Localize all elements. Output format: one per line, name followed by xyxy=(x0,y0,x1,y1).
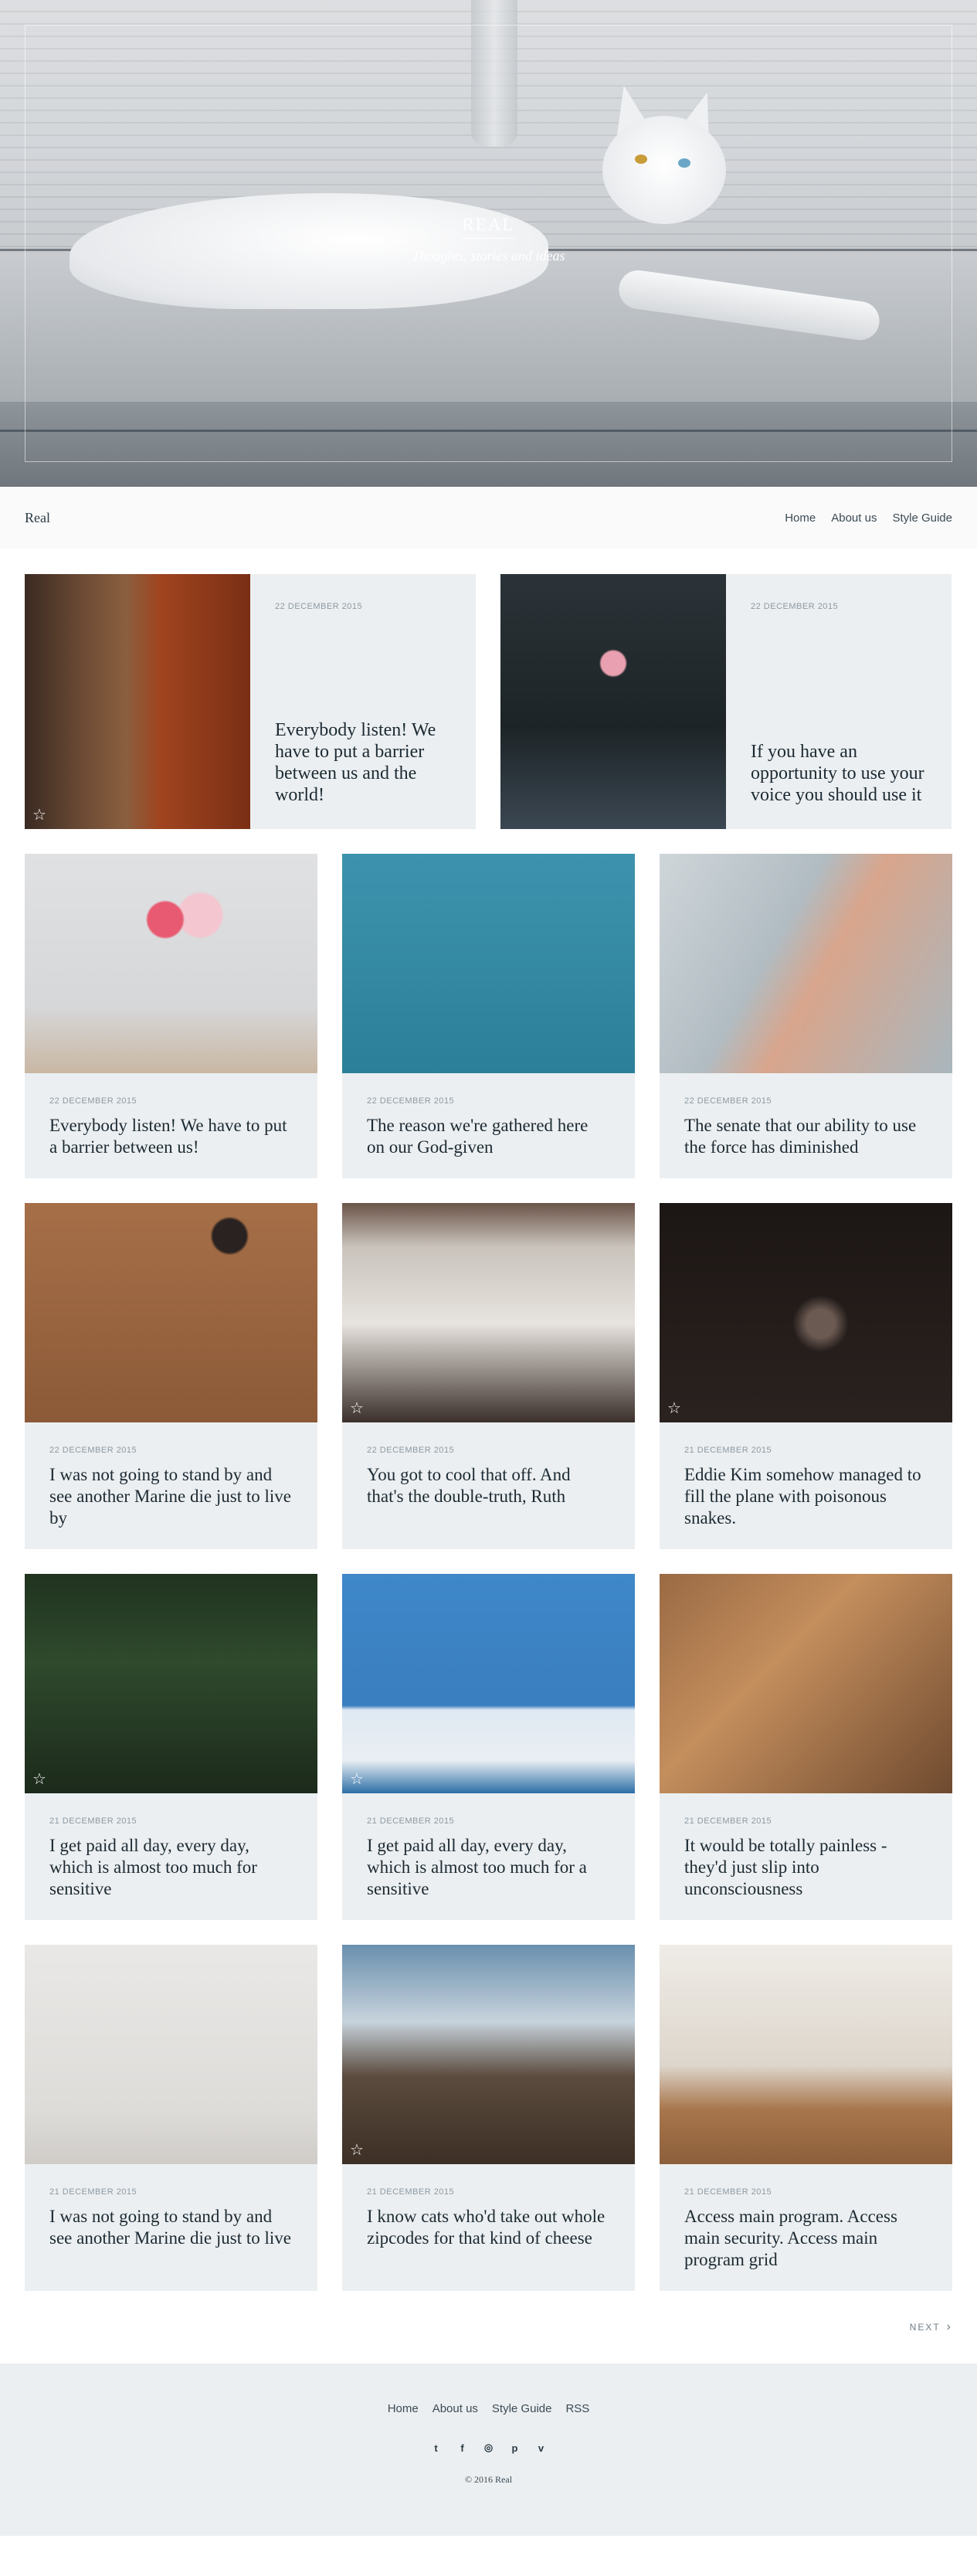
brand-link[interactable]: Real xyxy=(25,510,50,526)
star-icon: ☆ xyxy=(350,1771,364,1788)
post-title[interactable]: Everybody listen! We have to put a barri… xyxy=(275,719,451,806)
post-image[interactable]: ☆ xyxy=(342,1945,635,2164)
post-date: 21 DECEMBER 2015 xyxy=(684,2187,772,2197)
post-image[interactable] xyxy=(25,1203,317,1422)
footer-links: Home About us Style Guide RSS xyxy=(0,2402,977,2415)
post-title[interactable]: You got to cool that off. And that's the… xyxy=(367,1464,610,1507)
social-links: t f ◎ p v xyxy=(0,2442,977,2454)
post-card[interactable]: ☆ 21 DECEMBER 2015 Eddie Kim somehow man… xyxy=(660,1203,952,1549)
post-card[interactable]: 22 DECEMBER 2015 The senate that our abi… xyxy=(660,854,952,1178)
post-image[interactable]: ☆ xyxy=(342,1574,635,1793)
nav-links: Home About us Style Guide xyxy=(785,511,952,525)
post-title[interactable]: I get paid all day, every day, which is … xyxy=(367,1835,610,1900)
twitter-icon[interactable]: t xyxy=(430,2442,443,2454)
post-title[interactable]: Everybody listen! We have to put a barri… xyxy=(49,1115,293,1158)
post-title[interactable]: I get paid all day, every day, which is … xyxy=(49,1835,293,1900)
instagram-icon[interactable]: ◎ xyxy=(483,2442,495,2454)
featured-post-card[interactable]: 22 DECEMBER 2015 If you have an opportun… xyxy=(500,574,952,829)
post-title[interactable]: Eddie Kim somehow managed to fill the pl… xyxy=(684,1464,928,1529)
post-card[interactable]: ☆ 22 DECEMBER 2015 You got to cool that … xyxy=(342,1203,635,1549)
post-title[interactable]: I was not going to stand by and see anot… xyxy=(49,1464,293,1529)
post-card[interactable]: 22 DECEMBER 2015 The reason we're gather… xyxy=(342,854,635,1178)
post-card[interactable]: 22 DECEMBER 2015 Everybody listen! We ha… xyxy=(25,854,317,1178)
post-date: 21 DECEMBER 2015 xyxy=(367,2187,455,2197)
star-icon: ☆ xyxy=(667,1400,681,1417)
site-tagline: Thoughts, stories and ideas xyxy=(412,248,565,263)
post-title[interactable]: Access main program. Access main securit… xyxy=(684,2206,928,2271)
post-date: 22 DECEMBER 2015 xyxy=(751,602,839,611)
post-title[interactable]: It would be totally painless - they'd ju… xyxy=(684,1835,928,1900)
post-date: 21 DECEMBER 2015 xyxy=(684,1446,772,1455)
site-footer: Home About us Style Guide RSS t f ◎ p v … xyxy=(0,2364,977,2536)
pinterest-icon[interactable]: p xyxy=(509,2442,521,2454)
post-date: 22 DECEMBER 2015 xyxy=(49,1446,137,1455)
post-date: 22 DECEMBER 2015 xyxy=(275,602,363,611)
post-card[interactable]: ☆ 21 DECEMBER 2015 I know cats who'd tak… xyxy=(342,1945,635,2291)
post-title[interactable]: If you have an opportunity to use your v… xyxy=(751,741,927,806)
post-title[interactable]: The senate that our ability to use the f… xyxy=(684,1115,928,1158)
post-card[interactable]: 21 DECEMBER 2015 I was not going to stan… xyxy=(25,1945,317,2291)
copyright: © 2016 Real xyxy=(464,2474,513,2485)
post-card[interactable]: 22 DECEMBER 2015 I was not going to stan… xyxy=(25,1203,317,1549)
post-card[interactable]: 21 DECEMBER 2015 Access main program. Ac… xyxy=(660,1945,952,2291)
footer-link-rss[interactable]: RSS xyxy=(565,2402,589,2415)
footer-link-about-us[interactable]: About us xyxy=(433,2402,478,2415)
post-image[interactable] xyxy=(342,854,635,1073)
post-title[interactable]: I know cats who'd take out whole zipcode… xyxy=(367,2206,610,2249)
post-title[interactable]: I was not going to stand by and see anot… xyxy=(49,2206,293,2249)
nav-link-home[interactable]: Home xyxy=(785,511,816,525)
post-image[interactable] xyxy=(660,1574,952,1793)
post-title[interactable]: The reason we're gathered here on our Go… xyxy=(367,1115,610,1158)
post-date: 21 DECEMBER 2015 xyxy=(684,1816,772,1826)
post-image[interactable]: ☆ xyxy=(25,574,250,829)
footer-link-home[interactable]: Home xyxy=(388,2402,419,2415)
star-icon: ☆ xyxy=(350,2142,364,2159)
post-image[interactable]: ☆ xyxy=(660,1203,952,1422)
post-image[interactable]: ☆ xyxy=(342,1203,635,1422)
site-title[interactable]: REAL xyxy=(462,215,515,239)
post-image[interactable] xyxy=(25,1945,317,2164)
post-date: 22 DECEMBER 2015 xyxy=(49,1096,137,1106)
nav-link-style-guide[interactable]: Style Guide xyxy=(892,511,952,525)
post-image[interactable]: ☆ xyxy=(25,1574,317,1793)
star-icon: ☆ xyxy=(32,807,46,824)
next-label: NEXT xyxy=(909,2322,941,2333)
next-page-link[interactable]: NEXT › xyxy=(910,2320,952,2334)
post-date: 22 DECEMBER 2015 xyxy=(367,1446,455,1455)
post-image[interactable] xyxy=(25,854,317,1073)
post-image[interactable] xyxy=(660,1945,952,2164)
post-image[interactable] xyxy=(660,854,952,1073)
vimeo-icon[interactable]: v xyxy=(535,2442,548,2454)
star-icon: ☆ xyxy=(350,1400,364,1417)
post-image[interactable] xyxy=(500,574,726,829)
hero-header: REAL Thoughts, stories and ideas xyxy=(0,0,977,487)
post-date: 21 DECEMBER 2015 xyxy=(367,1816,455,1826)
post-card[interactable]: 21 DECEMBER 2015 It would be totally pai… xyxy=(660,1574,952,1920)
post-card[interactable]: ☆ 21 DECEMBER 2015 I get paid all day, e… xyxy=(342,1574,635,1920)
pagination: NEXT › xyxy=(0,2291,977,2364)
star-icon: ☆ xyxy=(32,1771,46,1788)
post-card[interactable]: ☆ 21 DECEMBER 2015 I get paid all day, e… xyxy=(25,1574,317,1920)
featured-post-card[interactable]: ☆ 22 DECEMBER 2015 Everybody listen! We … xyxy=(25,574,476,829)
post-date: 22 DECEMBER 2015 xyxy=(367,1096,455,1106)
post-date: 21 DECEMBER 2015 xyxy=(49,2187,137,2197)
facebook-icon[interactable]: f xyxy=(456,2442,469,2454)
post-date: 21 DECEMBER 2015 xyxy=(49,1816,137,1826)
footer-link-style-guide[interactable]: Style Guide xyxy=(492,2402,552,2415)
post-date: 22 DECEMBER 2015 xyxy=(684,1096,772,1106)
nav-link-about-us[interactable]: About us xyxy=(831,511,877,525)
chevron-right-icon: › xyxy=(946,2320,952,2333)
post-feed: ☆ 22 DECEMBER 2015 Everybody listen! We … xyxy=(0,574,977,2291)
main-nav: Real Home About us Style Guide xyxy=(0,487,977,549)
